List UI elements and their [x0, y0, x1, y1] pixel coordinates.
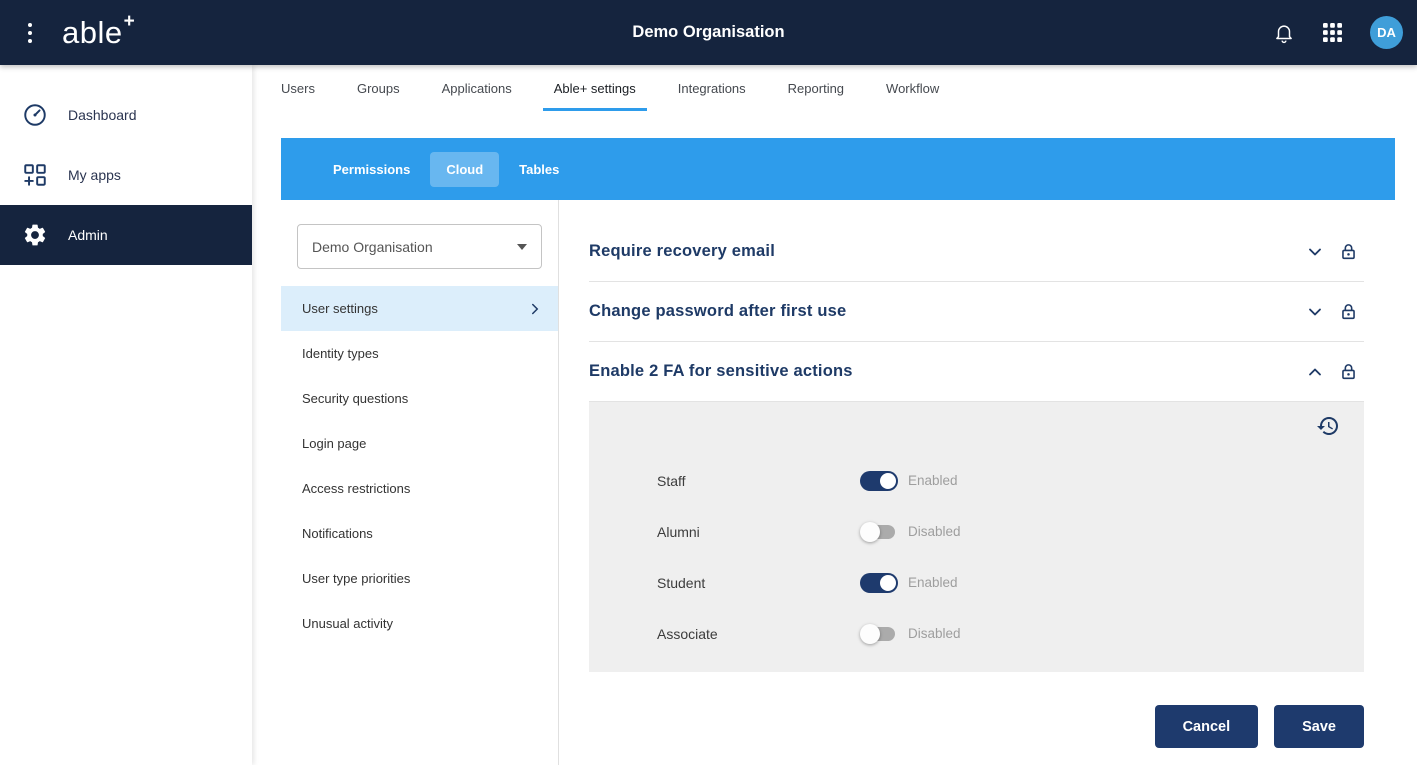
accordion-change-password-after-first-use: Change password after first use: [589, 282, 1364, 342]
sidebar-item-label: Dashboard: [68, 107, 137, 123]
save-button[interactable]: Save: [1274, 705, 1364, 748]
dashboard-gauge-icon: [22, 102, 48, 128]
page-title: Demo Organisation: [632, 23, 784, 42]
toggle-state-label: Enabled: [908, 575, 958, 590]
avatar[interactable]: DA: [1370, 16, 1403, 49]
subtab-tables[interactable]: Tables: [503, 152, 575, 187]
accordion-title: Enable 2 FA for sensitive actions: [589, 362, 1305, 381]
organisation-select[interactable]: Demo Organisation: [297, 224, 542, 269]
lock-icon[interactable]: [1339, 361, 1358, 383]
toggle-row-associate: Associate Disabled: [657, 608, 1364, 659]
nav-item-label: User settings: [302, 301, 378, 316]
alumni-toggle[interactable]: [863, 525, 895, 539]
sidebar-item-label: My apps: [68, 167, 121, 183]
sidebar-item-label: Admin: [68, 227, 108, 243]
toggle-row-label: Staff: [657, 473, 860, 489]
accordion-header[interactable]: Change password after first use: [589, 282, 1364, 342]
subtab-bar: Permissions Cloud Tables: [281, 138, 1395, 200]
accordion-title: Change password after first use: [589, 302, 1305, 321]
gear-icon: [22, 222, 48, 248]
settings-nav-user-type-priorities[interactable]: User type priorities: [281, 556, 558, 601]
toggle-state-label: Disabled: [908, 524, 961, 539]
chevron-down-icon[interactable]: [1305, 242, 1325, 262]
sidebar-item-admin[interactable]: Admin: [0, 205, 252, 265]
staff-toggle[interactable]: [860, 471, 898, 491]
settings-nav-notifications[interactable]: Notifications: [281, 511, 558, 556]
toggle-state-label: Enabled: [908, 473, 958, 488]
subtab-cloud[interactable]: Cloud: [430, 152, 499, 187]
settings-nav-user-settings[interactable]: User settings: [281, 286, 558, 331]
toggle-row-student: Student Enabled: [657, 557, 1364, 608]
tab-users[interactable]: Users: [260, 65, 336, 111]
tab-able-settings[interactable]: Able+ settings: [533, 65, 657, 111]
accordion-require-recovery-email: Require recovery email: [589, 222, 1364, 282]
settings-left-column: Demo Organisation User settings Identity…: [281, 200, 559, 765]
toggle-row-label: Student: [657, 575, 860, 591]
accordion-header[interactable]: Enable 2 FA for sensitive actions: [589, 342, 1364, 402]
tab-reporting[interactable]: Reporting: [767, 65, 865, 111]
lock-icon[interactable]: [1339, 301, 1358, 323]
student-toggle[interactable]: [860, 573, 898, 593]
settings-nav: User settings Identity types Security qu…: [281, 286, 558, 646]
accordion-enable-2fa-sensitive-actions: Enable 2 FA for sensitive actions: [589, 342, 1364, 672]
settings-nav-login-page[interactable]: Login page: [281, 421, 558, 466]
toggle-row-staff: Staff Enabled: [657, 455, 1364, 506]
sidebar: Dashboard My apps Admin: [0, 65, 252, 765]
settings-nav-security-questions[interactable]: Security questions: [281, 376, 558, 421]
toggle-state-label: Disabled: [908, 626, 961, 641]
settings-nav-identity-types[interactable]: Identity types: [281, 331, 558, 376]
page: able + Demo Organisation DA: [0, 0, 1417, 765]
able-logo: able +: [62, 15, 135, 51]
topbar: able + Demo Organisation DA: [0, 0, 1417, 65]
chevron-up-icon[interactable]: [1305, 362, 1325, 382]
settings-body: Demo Organisation User settings Identity…: [252, 200, 1417, 765]
toggle-row-alumni: Alumni Disabled: [657, 506, 1364, 557]
logo-text: able: [62, 15, 123, 51]
chevron-down-icon[interactable]: [1305, 302, 1325, 322]
tab-applications[interactable]: Applications: [421, 65, 533, 111]
notifications-bell-icon[interactable]: [1273, 22, 1295, 44]
accordion-panel: Staff Enabled Alumni Disabled Student: [589, 402, 1364, 672]
sidebar-item-my-apps[interactable]: My apps: [0, 145, 252, 205]
history-icon[interactable]: [1316, 414, 1340, 443]
settings-right-column: Require recovery email Change password a…: [559, 200, 1417, 765]
chevron-right-icon: [526, 300, 544, 318]
chevron-down-icon: [517, 244, 527, 250]
logo-plus-icon: +: [124, 11, 136, 33]
form-actions: Cancel Save: [589, 705, 1364, 748]
subtab-permissions[interactable]: Permissions: [317, 152, 426, 187]
toggle-row-label: Associate: [657, 626, 860, 642]
main-content: Users Groups Applications Able+ settings…: [252, 65, 1417, 765]
tab-groups[interactable]: Groups: [336, 65, 421, 111]
settings-nav-unusual-activity[interactable]: Unusual activity: [281, 601, 558, 646]
admin-tabs: Users Groups Applications Able+ settings…: [252, 65, 1417, 111]
app-launcher-grid-icon[interactable]: [1323, 23, 1342, 42]
lock-icon[interactable]: [1339, 241, 1358, 263]
accordion-title: Require recovery email: [589, 242, 1305, 261]
sidebar-item-dashboard[interactable]: Dashboard: [0, 85, 252, 145]
settings-nav-access-restrictions[interactable]: Access restrictions: [281, 466, 558, 511]
apps-plus-icon: [22, 162, 48, 188]
toggle-row-label: Alumni: [657, 524, 860, 540]
cancel-button[interactable]: Cancel: [1155, 705, 1259, 748]
tab-integrations[interactable]: Integrations: [657, 65, 767, 111]
tab-workflow[interactable]: Workflow: [865, 65, 960, 111]
accordion-header[interactable]: Require recovery email: [589, 222, 1364, 282]
topbar-actions: DA: [1273, 16, 1403, 49]
organisation-select-value: Demo Organisation: [312, 239, 433, 255]
kebab-menu-icon[interactable]: [24, 19, 36, 47]
associate-toggle[interactable]: [863, 627, 895, 641]
